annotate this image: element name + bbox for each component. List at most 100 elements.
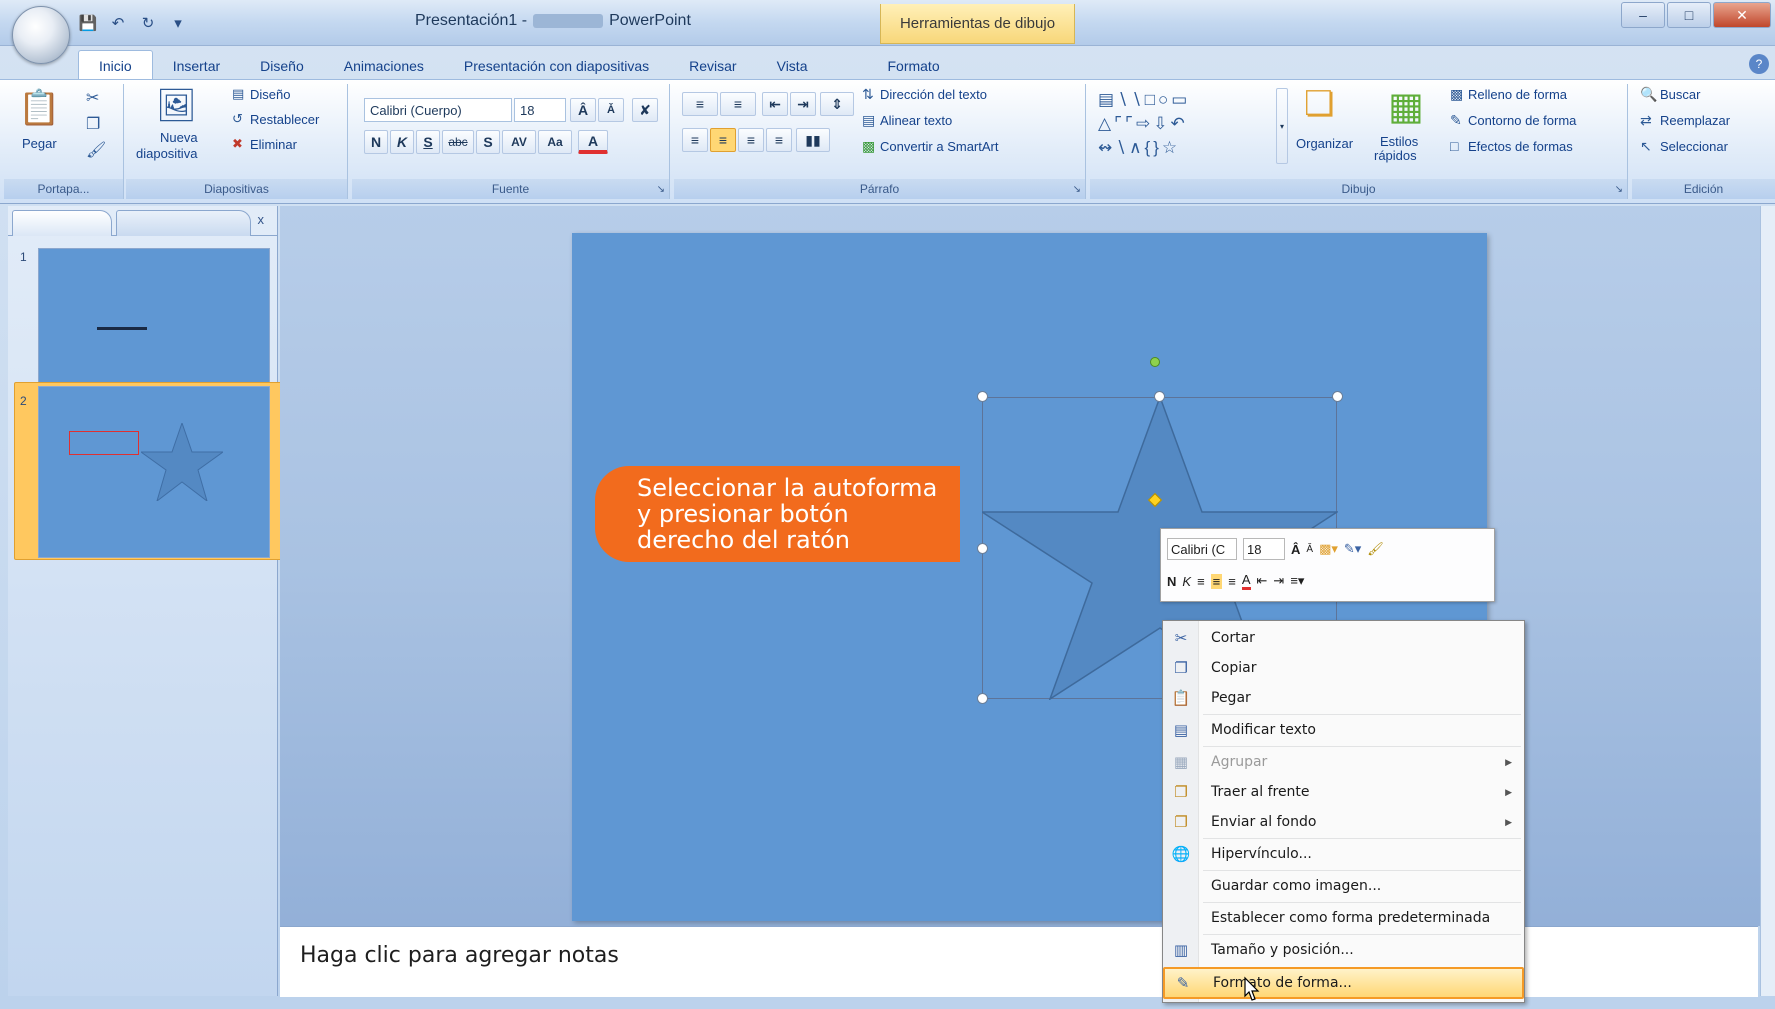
italic-button[interactable]: K xyxy=(390,130,414,154)
help-icon[interactable]: ? xyxy=(1749,54,1769,74)
underline-button[interactable]: S xyxy=(416,130,440,154)
justify-icon[interactable]: ≡ xyxy=(766,128,792,152)
minimize-button[interactable]: – xyxy=(1621,2,1665,28)
grow-font-button[interactable]: Â xyxy=(570,98,596,122)
select-button[interactable]: Seleccionar xyxy=(1660,139,1728,154)
paste-button[interactable]: Pegar xyxy=(22,136,57,151)
resize-handle-tc[interactable] xyxy=(1154,391,1165,402)
font-color-button[interactable]: A xyxy=(578,130,608,154)
shapes-more-icon[interactable]: ▾ xyxy=(1276,88,1288,164)
mini-align-center-icon[interactable]: ≡ xyxy=(1210,573,1223,589)
mini-increase-indent-icon[interactable]: ⇥ xyxy=(1273,573,1284,589)
delete-button[interactable]: Eliminar xyxy=(250,137,297,152)
resize-handle-ml[interactable] xyxy=(977,543,988,554)
mini-font-select[interactable]: Calibri (C xyxy=(1167,538,1237,560)
numbering-icon[interactable]: ≡ xyxy=(720,92,756,116)
menu-item-guardar-imagen[interactable]: Guardar como imagen... xyxy=(1163,871,1524,901)
shadow-button[interactable]: S xyxy=(476,130,500,154)
reset-button[interactable]: Restablecer xyxy=(250,112,319,127)
rotation-handle[interactable] xyxy=(1150,357,1160,367)
redo-icon[interactable]: ↻ xyxy=(136,12,160,34)
save-icon[interactable]: 💾 xyxy=(76,12,100,34)
menu-item-tamano-posicion[interactable]: ▥ Tamaño y posición... xyxy=(1163,935,1524,965)
maximize-button[interactable]: □ xyxy=(1667,2,1711,28)
arrange-icon[interactable]: ❏ xyxy=(1304,84,1334,124)
find-button[interactable]: Buscar xyxy=(1660,87,1700,102)
align-left-icon[interactable]: ≡ xyxy=(682,128,708,152)
resize-handle-tr[interactable] xyxy=(1332,391,1343,402)
menu-item-enviar-al-fondo[interactable]: ❐ Enviar al fondo ▶ xyxy=(1163,807,1524,837)
office-button[interactable] xyxy=(12,6,70,64)
format-painter-icon[interactable]: 🖌 xyxy=(86,140,106,160)
shape-outline-button[interactable]: Contorno de forma xyxy=(1468,113,1576,128)
spacing-button[interactable]: AV xyxy=(502,130,536,154)
convert-smartart-button[interactable]: Convertir a SmartArt xyxy=(880,139,998,154)
menu-item-cortar[interactable]: ✂ Cortar xyxy=(1163,623,1524,653)
mini-italic-button[interactable]: K xyxy=(1182,574,1191,589)
quick-styles-label-2[interactable]: rápidos xyxy=(1374,148,1417,163)
replace-button[interactable]: Reemplazar xyxy=(1660,113,1730,128)
tab-vista[interactable]: Vista xyxy=(757,52,828,80)
resize-handle-bl[interactable] xyxy=(977,693,988,704)
tab-revisar[interactable]: Revisar xyxy=(669,52,756,80)
mini-decrease-indent-icon[interactable]: ⇤ xyxy=(1257,573,1268,589)
menu-item-hipervinculo[interactable]: 🌐 Hipervínculo... xyxy=(1163,839,1524,869)
copy-icon[interactable]: ❐ xyxy=(86,114,100,134)
strikethrough-button[interactable]: abc xyxy=(442,130,474,154)
mini-bullets-icon[interactable]: ≡▾ xyxy=(1290,573,1304,589)
menu-item-traer-al-frente[interactable]: ❐ Traer al frente ▶ xyxy=(1163,777,1524,807)
tab-diseno[interactable]: Diseño xyxy=(240,52,324,80)
new-slide-label-2[interactable]: diapositiva xyxy=(136,146,197,161)
line-spacing-icon[interactable]: ⇕ xyxy=(820,92,854,116)
shape-fill-button[interactable]: Relleno de forma xyxy=(1468,87,1567,102)
shape-effects-button[interactable]: Efectos de formas xyxy=(1468,139,1573,154)
quick-styles-icon[interactable]: ▦ xyxy=(1388,84,1424,129)
align-text-button[interactable]: Alinear texto xyxy=(880,113,952,128)
paste-icon[interactable]: 📋 xyxy=(18,88,60,128)
menu-item-pegar[interactable]: 📋 Pegar xyxy=(1163,683,1524,713)
change-case-button[interactable]: Aa xyxy=(538,130,572,154)
tab-formato[interactable]: Formato xyxy=(867,52,959,80)
mini-grow-font-icon[interactable]: Â xyxy=(1291,542,1300,557)
font-name-select[interactable]: Calibri (Cuerpo) xyxy=(364,98,512,122)
tab-animaciones[interactable]: Animaciones xyxy=(324,52,444,80)
new-slide-label-1[interactable]: Nueva xyxy=(160,130,198,145)
quick-styles-label-1[interactable]: Estilos xyxy=(1380,134,1418,149)
mini-outline-icon[interactable]: ✎▾ xyxy=(1344,541,1361,557)
mini-format-painter-icon[interactable]: 🖌 xyxy=(1367,541,1384,557)
tab-slides-view[interactable] xyxy=(12,210,112,236)
menu-item-forma-predeterminada[interactable]: Establecer como forma predeterminada xyxy=(1163,903,1524,933)
tab-insertar[interactable]: Insertar xyxy=(153,52,240,80)
text-direction-button[interactable]: Dirección del texto xyxy=(880,87,987,102)
bullets-icon[interactable]: ≡ xyxy=(682,92,718,116)
align-center-icon[interactable]: ≡ xyxy=(710,128,736,152)
slide-thumbnail-2[interactable] xyxy=(38,386,270,558)
tab-presentacion[interactable]: Presentación con diapositivas xyxy=(444,52,669,80)
cut-icon[interactable]: ✂ xyxy=(86,88,99,108)
mini-bold-button[interactable]: N xyxy=(1167,574,1176,589)
new-slide-icon[interactable]: 🖼 xyxy=(156,86,197,124)
menu-item-formato-forma[interactable]: ✎ Formato de forma... xyxy=(1163,967,1524,999)
undo-icon[interactable]: ↶ xyxy=(106,12,130,34)
paragraph-dialog-launcher-icon[interactable]: ↘ xyxy=(1073,184,1081,195)
increase-indent-icon[interactable]: ⇥ xyxy=(790,92,816,116)
mini-size-select[interactable]: 18 xyxy=(1243,538,1285,560)
mini-font-color-icon[interactable]: A xyxy=(1241,572,1251,590)
customize-icon[interactable]: ▾ xyxy=(166,12,190,34)
arrange-button[interactable]: Organizar xyxy=(1296,136,1353,151)
tab-inicio[interactable]: Inicio xyxy=(78,50,153,80)
notes-pane[interactable]: Haga clic para agregar notas xyxy=(280,926,1758,997)
bold-button[interactable]: N xyxy=(364,130,388,154)
close-button[interactable]: ✕ xyxy=(1713,2,1771,28)
mini-align-left-icon[interactable]: ≡ xyxy=(1197,574,1205,589)
mini-fill-icon[interactable]: ▩▾ xyxy=(1319,541,1338,557)
layout-button[interactable]: Diseño xyxy=(250,87,290,102)
font-size-select[interactable]: 18 xyxy=(514,98,566,122)
font-dialog-launcher-icon[interactable]: ↘ xyxy=(657,184,665,195)
shrink-font-button[interactable]: Ǎ xyxy=(598,98,624,122)
columns-icon[interactable]: ▮▮ xyxy=(796,128,830,152)
drawing-dialog-launcher-icon[interactable]: ↘ xyxy=(1615,184,1623,195)
resize-handle-tl[interactable] xyxy=(977,391,988,402)
menu-item-copiar[interactable]: ❐ Copiar xyxy=(1163,653,1524,683)
decrease-indent-icon[interactable]: ⇤ xyxy=(762,92,788,116)
